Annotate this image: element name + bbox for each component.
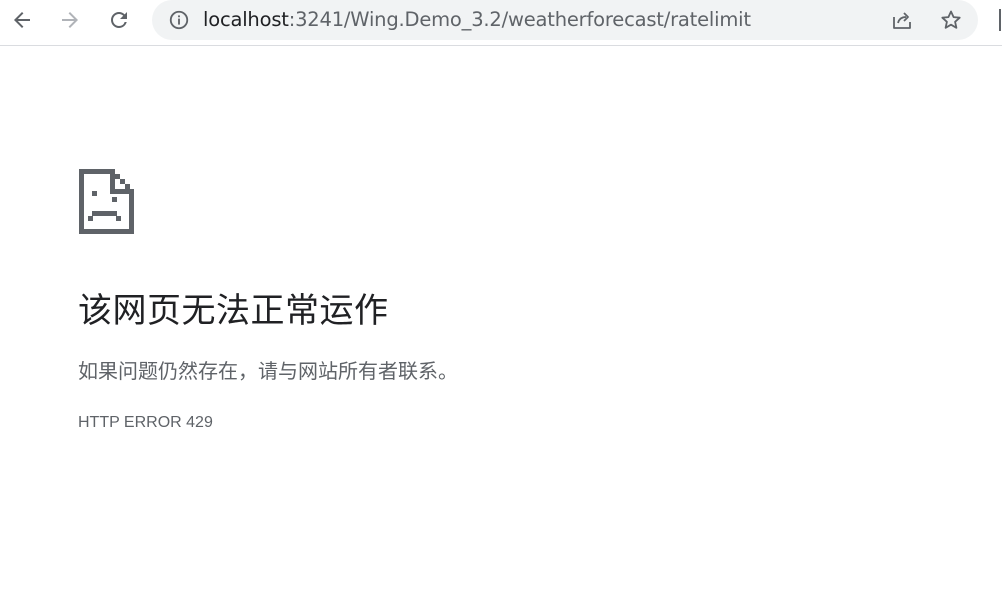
arrow-right-icon	[62, 12, 78, 28]
error-code: HTTP ERROR 429	[78, 414, 213, 431]
reload-button[interactable]	[102, 3, 136, 37]
url-host: localhost	[203, 8, 289, 31]
share-button[interactable]	[890, 8, 914, 32]
browser-toolbar: localhost:3241/Wing.Demo_3.2/weatherfore…	[0, 0, 1002, 46]
arrow-left-icon	[14, 12, 30, 28]
share-icon	[893, 12, 911, 29]
site-info-button[interactable]	[168, 9, 190, 31]
error-title: 该网页无法正常运作	[78, 291, 389, 331]
info-circle-icon	[169, 10, 189, 30]
window-edge	[999, 9, 1001, 31]
url-path: :3241/Wing.Demo_3.2/weatherforecast/rate…	[288, 8, 751, 31]
star-outline-icon	[941, 10, 961, 29]
error-message: 如果问题仍然存在，请与网站所有者联系。	[78, 359, 458, 383]
error-page: 该网页无法正常运作 如果问题仍然存在，请与网站所有者联系。 HTTP ERROR…	[0, 47, 1002, 608]
back-button[interactable]	[5, 3, 39, 37]
url-text[interactable]: localhost:3241/Wing.Demo_3.2/weatherfore…	[203, 8, 751, 32]
forward-button[interactable]	[53, 3, 87, 37]
reload-icon	[111, 11, 127, 28]
sad-tab-document-icon	[79, 169, 134, 234]
address-bar[interactable]: localhost:3241/Wing.Demo_3.2/weatherfore…	[152, 0, 978, 40]
bookmark-button[interactable]	[939, 8, 963, 32]
